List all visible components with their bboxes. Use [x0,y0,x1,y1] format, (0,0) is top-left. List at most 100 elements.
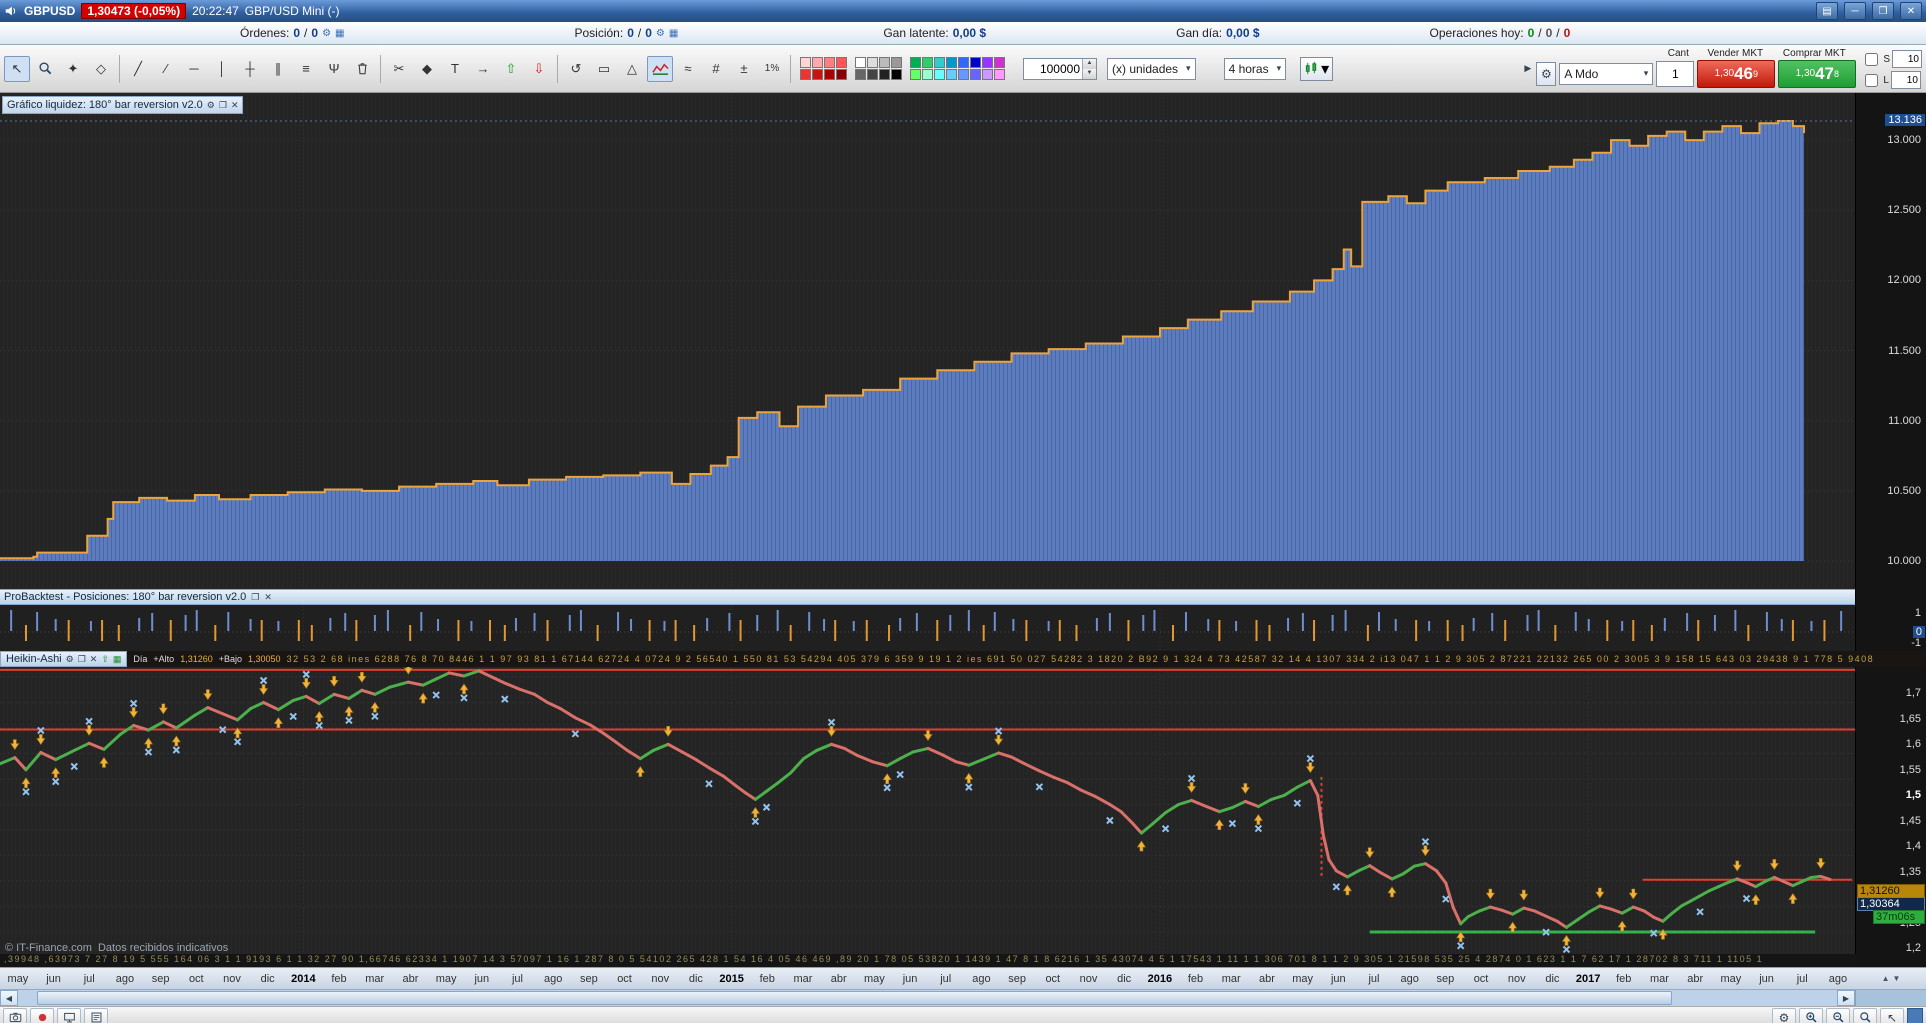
axis-up-icon[interactable]: ▲ [1882,974,1890,983]
percent-tool[interactable]: 1% [759,56,785,82]
color-swatch[interactable] [836,57,847,68]
heikin-ashi-chart[interactable] [0,667,1856,967]
buy-arrow-tool[interactable]: ⇧ [498,56,524,82]
time-axis[interactable]: may jun jul ago sep oct nov dic 2014 feb mar abr may… [0,967,1926,989]
equity-price-axis[interactable]: 10.000 10.500 11.000 11.500 12.000 12.500 13.0… [1855,93,1926,589]
arrow-annotation-tool[interactable]: → [470,56,496,82]
panel-grid-icon[interactable]: ▦ [113,654,122,665]
color-swatch[interactable] [970,69,981,80]
chart-scrollbar[interactable]: ◀ ▶ [0,989,1926,1006]
lasso-tool[interactable]: ↺ [563,56,589,82]
axis-down-icon[interactable]: ▼ [1893,974,1901,983]
panel-detach-icon[interactable]: ❐ [251,592,259,603]
record-icon[interactable] [30,1008,54,1023]
lot-quantity-input[interactable] [1656,60,1695,87]
hline-tool[interactable]: ─ [181,56,207,82]
panel-settings-icon[interactable]: ⚙ [66,654,74,665]
quantity-down-icon[interactable]: ▼ [1083,68,1096,79]
expand-panel-icon[interactable]: ▶ [1524,63,1531,74]
zoom-out-icon[interactable] [1826,1008,1850,1023]
color-swatch[interactable] [910,57,921,68]
scroll-left-button[interactable]: ◀ [0,990,18,1006]
resize-grip[interactable] [1907,1008,1923,1023]
zoom-reset-icon[interactable] [1853,1008,1877,1023]
chart-style-select[interactable]: ▾ [1300,56,1334,81]
line-chart-tool[interactable] [647,55,673,82]
quantity-input[interactable] [1024,58,1082,79]
zoom-tool[interactable] [32,56,58,82]
orders-config-icon[interactable]: ⚙ [322,28,331,39]
channel-tool[interactable]: ∥ [265,56,291,82]
minimize-button[interactable]: ─ [1844,2,1866,20]
color-swatch[interactable] [824,57,835,68]
color-swatch[interactable] [812,69,823,80]
color-swatch[interactable] [879,57,890,68]
color-swatch[interactable] [958,69,969,80]
segment-tool[interactable]: ╱ [125,56,151,82]
timeframe-select[interactable]: 4 horas ▾ [1223,57,1287,80]
screenshot-camera-icon[interactable] [3,1008,27,1023]
triangle-tool[interactable]: △ [619,56,645,82]
scrollbar-thumb[interactable] [37,991,1673,1005]
color-swatch[interactable] [922,69,933,80]
eraser-tool[interactable]: ◇ [88,56,114,82]
buy-market-button[interactable]: 1,30 47 8 [1778,59,1857,88]
sell-market-button[interactable]: 1,30 46 9 [1697,59,1776,88]
limit-value-input[interactable] [1890,71,1921,89]
cross-line-tool[interactable]: ┼ [237,56,263,82]
color-swatch[interactable] [891,69,902,80]
position-config-icon[interactable]: ⚙ [656,28,665,39]
color-swatch[interactable] [891,57,902,68]
color-swatch[interactable] [824,69,835,80]
ray-tool[interactable]: ∕ [153,56,179,82]
color-swatch[interactable] [922,57,933,68]
color-swatch[interactable] [867,57,878,68]
stats-tool[interactable]: ± [731,56,757,82]
panel-close-icon[interactable]: ✕ [90,654,98,665]
color-swatch[interactable] [812,57,823,68]
color-swatch[interactable] [910,69,921,80]
pointer-tool[interactable]: ↖ [4,55,30,82]
color-swatch[interactable] [982,57,993,68]
backtest-positions-panel[interactable]: ProBacktest - Posiciones: 180° bar rever… [0,589,1926,651]
color-swatch[interactable] [946,69,957,80]
close-button[interactable]: ✕ [1900,2,1922,20]
color-swatch[interactable] [982,69,993,80]
trash-tool[interactable] [349,56,375,82]
vline-tool[interactable]: │ [209,56,235,82]
panel-detach-icon[interactable]: ❐ [78,654,86,665]
panel-up-icon[interactable]: ⇧ [101,654,109,665]
sell-arrow-tool[interactable]: ⇩ [526,56,552,82]
panel-close-icon[interactable]: ✕ [231,100,239,111]
zoom-in-icon[interactable] [1799,1008,1823,1023]
color-swatch[interactable] [800,57,811,68]
heikin-ashi-panel[interactable]: Heikin-Ashi ⚙ ❐ ✕ ⇧ ▦ Día +Alto 1,31260 … [0,651,1926,967]
quantity-stepper[interactable]: ▲ ▼ [1023,57,1097,80]
pointer-mode-icon[interactable]: ↖ [1880,1008,1904,1023]
maximize-button[interactable]: ❐ [1872,2,1894,20]
equity-chart-panel[interactable]: Gráfico liquidez: 180° bar reversion v2.… [0,93,1926,589]
units-select[interactable]: (x) unidades ▾ [1107,57,1196,80]
color-swatch[interactable] [800,69,811,80]
position-list-icon[interactable]: ▦ [669,28,678,39]
color-swatch[interactable] [855,57,866,68]
text-tool[interactable]: T [442,56,468,82]
scroll-right-button[interactable]: ▶ [1837,990,1855,1006]
color-swatch[interactable] [867,69,878,80]
multi-chart-tool[interactable]: ≈ [675,56,701,82]
stop-value-input[interactable] [1892,50,1922,68]
settings-gear-icon[interactable]: ⚙ [1772,1008,1796,1023]
news-icon[interactable] [84,1008,108,1023]
lamp-tool[interactable]: ✦ [60,56,86,82]
heikin-ashi-price-axis[interactable]: 1,31260 1,30364 37m06s 1,21,251,31,351,4… [1855,667,1926,967]
limit-checkbox[interactable] [1865,73,1879,87]
scrollbar-track[interactable] [19,991,1836,1005]
fibonacci-tool[interactable]: ≡ [293,56,319,82]
compare-tool[interactable]: # [703,56,729,82]
sound-icon[interactable] [4,4,18,18]
color-swatch[interactable] [994,69,1005,80]
color-swatch[interactable] [934,69,945,80]
color-swatch[interactable] [836,69,847,80]
pitchfork-tool[interactable]: Ψ [321,56,347,82]
stop-checkbox[interactable] [1865,52,1879,66]
